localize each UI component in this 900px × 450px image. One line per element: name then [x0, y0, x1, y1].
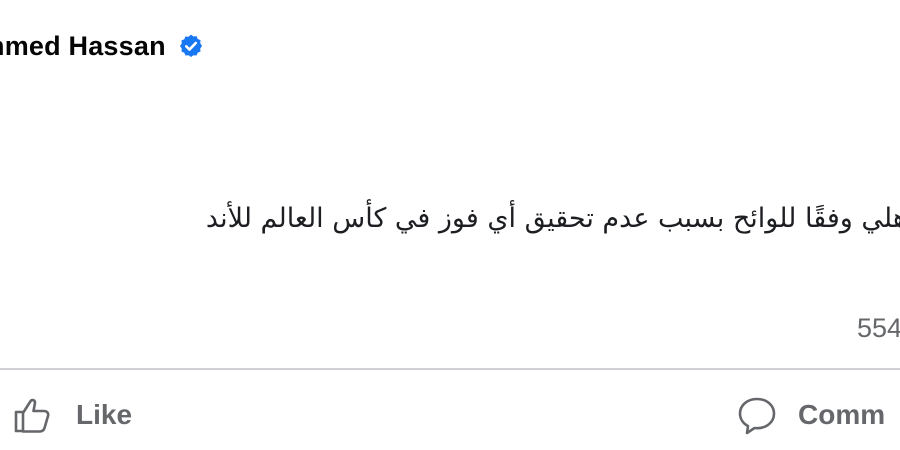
comment-bubble-icon — [738, 397, 776, 435]
comment-button[interactable]: Comm — [736, 390, 885, 440]
reaction-count[interactable]: 554 — [857, 313, 900, 344]
post-text: الأهلي وفقًا للوائح بسبب عدم تحقيق أي فو… — [205, 203, 900, 234]
like-label: Like — [76, 399, 133, 430]
comment-label: Comm — [798, 399, 886, 430]
like-button[interactable]: Like — [12, 390, 132, 440]
post-header: hmed Hassan — [0, 26, 204, 66]
thumbs-up-icon — [14, 398, 50, 433]
author-name[interactable]: hmed Hassan — [0, 31, 166, 62]
verified-badge-icon — [179, 34, 202, 58]
divider — [0, 368, 900, 370]
